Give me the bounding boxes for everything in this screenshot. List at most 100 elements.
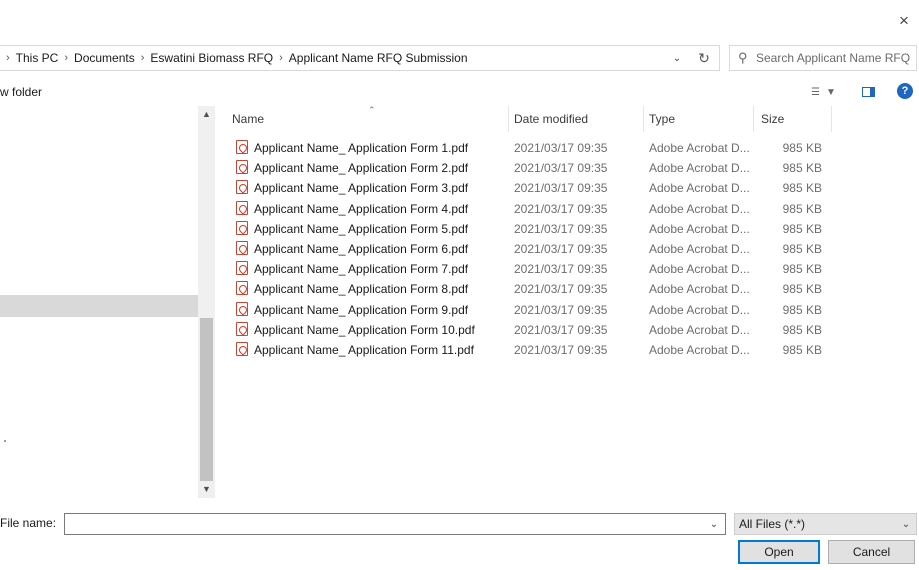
column-header-row: Name Date modified Type Size	[222, 106, 832, 132]
breadcrumb-eswatini-biomass-rfq[interactable]: Eswatini Biomass RFQ	[150, 51, 273, 65]
column-header-name[interactable]: Name	[222, 106, 509, 132]
table-row[interactable]: Applicant Name_ Application Form 11.pdf 2…	[222, 340, 832, 360]
file-date: 2021/03/17 09:35	[514, 302, 608, 317]
file-name-input[interactable]	[65, 514, 703, 534]
file-name: Applicant Name_ Application Form 10.pdf	[254, 322, 475, 337]
pdf-file-icon	[236, 160, 248, 175]
file-type-select[interactable]: All Files (*.*) ⌄	[734, 513, 917, 535]
file-name: Applicant Name_ Application Form 3.pdf	[254, 181, 469, 196]
address-history-chevron-down-icon[interactable]: ⌄	[665, 46, 689, 70]
file-size: 985 KB	[782, 282, 822, 297]
file-size: 985 KB	[782, 141, 822, 155]
file-name: Applicant Name_ Application Form 5.pdf	[254, 221, 469, 236]
navigation-pane[interactable]	[0, 106, 198, 498]
file-size: 985 KB	[782, 342, 822, 357]
file-name: Applicant Name_ Application Form 2.pdf	[254, 161, 469, 176]
help-icon[interactable]: ?	[897, 83, 913, 99]
breadcrumb: › This PC › Documents › Eswatini Biomass…	[0, 46, 665, 70]
new-folder-button[interactable]: w folder	[0, 85, 42, 99]
file-type: Adobe Acrobat D...	[649, 161, 750, 176]
cancel-button[interactable]: Cancel	[828, 540, 915, 564]
file-name: Applicant Name_ Application Form 6.pdf	[254, 241, 469, 256]
file-type: Adobe Acrobat D...	[649, 282, 750, 297]
file-type: Adobe Acrobat D...	[649, 342, 750, 357]
file-size: 985 KB	[782, 161, 822, 176]
search-icon: ⚲	[738, 50, 748, 65]
breadcrumb-separator-icon[interactable]: ›	[273, 52, 289, 64]
file-name-label: File name:	[0, 516, 57, 530]
file-date: 2021/03/17 09:35	[514, 221, 608, 236]
pdf-file-icon	[236, 321, 248, 336]
file-name: Applicant Name_ Application Form 4.pdf	[254, 201, 469, 216]
scrollbar-thumb[interactable]	[200, 318, 213, 481]
file-type: Adobe Acrobat D...	[649, 201, 750, 216]
table-row[interactable]: Applicant Name_ Application Form 9.pdf 20…	[222, 300, 832, 320]
table-row[interactable]: Applicant Name_ Application Form 10.pdf 2…	[222, 320, 832, 340]
file-name: Applicant Name_ Application Form 11.pdf	[254, 342, 474, 357]
file-type-selected: All Files (*.*)	[739, 517, 806, 531]
file-type: Adobe Acrobat D...	[649, 141, 750, 155]
file-type: Adobe Acrobat D...	[649, 241, 750, 256]
file-date: 2021/03/17 09:35	[514, 241, 608, 256]
file-date: 2021/03/17 09:35	[514, 262, 608, 277]
file-size: 985 KB	[782, 322, 822, 337]
breadcrumb-separator-icon[interactable]: ›	[58, 52, 74, 64]
file-type: Adobe Acrobat D...	[649, 221, 750, 236]
pdf-file-icon	[236, 220, 248, 235]
preview-pane-button[interactable]	[860, 84, 876, 100]
search-box[interactable]: ⚲	[729, 45, 917, 71]
open-button[interactable]: Open	[738, 540, 820, 564]
table-row[interactable]: Applicant Name_ Application Form 2.pdf 20…	[222, 158, 832, 178]
column-header-size[interactable]: Size	[754, 106, 832, 132]
breadcrumb-this-pc[interactable]: This PC	[16, 51, 59, 65]
table-row[interactable]: Applicant Name_ Application Form 3.pdf 20…	[222, 178, 832, 198]
file-name: Applicant Name_ Application Form 1.pdf	[254, 141, 469, 155]
chevron-down-icon: ▼	[825, 86, 836, 98]
file-type: Adobe Acrobat D...	[649, 302, 750, 317]
pdf-file-icon	[236, 200, 248, 215]
refresh-icon[interactable]: ↻	[690, 45, 718, 71]
column-header-date-modified[interactable]: Date modified	[509, 106, 644, 132]
file-rows: Applicant Name_ Application Form 1.pdf 20…	[222, 138, 832, 360]
file-name-combobox[interactable]: ⌄	[64, 513, 726, 535]
breadcrumb-applicant-name-rfq-submission[interactable]: Applicant Name RFQ Submission	[289, 51, 468, 65]
table-row[interactable]: Applicant Name_ Application Form 1.pdf 20…	[222, 138, 832, 158]
table-row[interactable]: Applicant Name_ Application Form 4.pdf 20…	[222, 199, 832, 219]
nav-tree-dot	[4, 440, 6, 442]
file-list[interactable]: Name Date modified Type Size ⌃ Applicant…	[222, 105, 919, 498]
pdf-file-icon	[236, 240, 248, 255]
table-row[interactable]: Applicant Name_ Application Form 6.pdf 20…	[222, 239, 832, 259]
scroll-up-icon[interactable]: ▲	[198, 106, 215, 123]
pdf-file-icon	[236, 341, 248, 356]
nav-scrollbar[interactable]: ▲ ▼	[198, 106, 215, 498]
file-size: 985 KB	[782, 221, 822, 236]
file-size: 985 KB	[782, 302, 822, 317]
file-date: 2021/03/17 09:35	[514, 322, 608, 337]
nav-selected-item[interactable]	[0, 295, 198, 317]
file-name: Applicant Name_ Application Form 9.pdf	[254, 302, 469, 317]
file-name: Applicant Name_ Application Form 8.pdf	[254, 282, 469, 297]
pdf-file-icon	[236, 180, 248, 195]
table-row[interactable]: Applicant Name_ Application Form 8.pdf 20…	[222, 279, 832, 299]
column-header-type[interactable]: Type	[644, 106, 754, 132]
file-size: 985 KB	[782, 241, 822, 256]
file-type: Adobe Acrobat D...	[649, 181, 750, 196]
address-bar[interactable]: › This PC › Documents › Eswatini Biomass…	[0, 45, 720, 71]
change-view-button[interactable]: ☰ ▼	[811, 84, 845, 100]
sort-ascending-icon: ⌃	[368, 105, 376, 115]
preview-pane-icon	[861, 87, 875, 97]
breadcrumb-documents[interactable]: Documents	[74, 51, 135, 65]
search-input[interactable]	[756, 51, 914, 65]
file-size: 985 KB	[782, 181, 822, 196]
pdf-file-icon	[236, 261, 248, 276]
file-type: Adobe Acrobat D...	[649, 262, 750, 277]
close-icon[interactable]: ×	[896, 12, 912, 29]
table-row[interactable]: Applicant Name_ Application Form 7.pdf 20…	[222, 259, 832, 279]
file-name: Applicant Name_ Application Form 7.pdf	[254, 262, 469, 277]
breadcrumb-separator-icon[interactable]: ›	[135, 52, 151, 64]
scroll-down-icon[interactable]: ▼	[198, 481, 215, 498]
file-date: 2021/03/17 09:35	[514, 161, 608, 176]
table-row[interactable]: Applicant Name_ Application Form 5.pdf 20…	[222, 219, 832, 239]
chevron-down-icon[interactable]: ⌄	[703, 519, 725, 530]
file-date: 2021/03/17 09:35	[514, 282, 608, 297]
